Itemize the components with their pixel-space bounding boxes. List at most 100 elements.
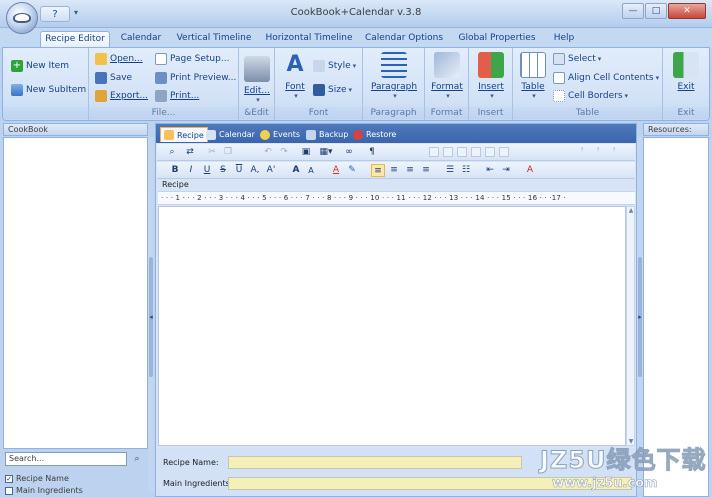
maximize-button[interactable]: □ bbox=[645, 3, 667, 19]
replace-icon[interactable]: ⇄ bbox=[183, 146, 197, 159]
recipe-name-checkbox[interactable]: ✓ Recipe Name bbox=[5, 474, 69, 483]
left-splitter[interactable]: ◂ bbox=[148, 137, 154, 492]
scroll-up-icon[interactable]: ▲ bbox=[627, 207, 635, 214]
tab-calendar-editor[interactable]: Calendar bbox=[206, 127, 255, 142]
tab-restore[interactable]: Restore bbox=[353, 127, 396, 142]
restore-icon bbox=[353, 129, 363, 140]
table-grid-icon[interactable] bbox=[457, 147, 467, 157]
hyperlink-icon[interactable]: ∞ bbox=[341, 146, 357, 159]
group-label: Paragraph bbox=[363, 107, 424, 119]
align-left-icon[interactable]: ≡ bbox=[371, 164, 385, 177]
recipe-icon bbox=[164, 130, 174, 140]
align-right-icon[interactable]: ≡ bbox=[403, 164, 417, 177]
printer-icon bbox=[155, 90, 167, 102]
spell-language-icon[interactable]: ꜛ bbox=[607, 146, 621, 159]
tab-horizontal-timeline[interactable]: Horizontal Timeline bbox=[262, 31, 356, 48]
table-grid-icon[interactable] bbox=[485, 147, 495, 157]
collapse-left-arrow-icon[interactable]: ◂ bbox=[148, 313, 154, 321]
tab-recipe-editor[interactable]: Recipe Editor bbox=[40, 31, 110, 48]
search-input[interactable]: Search... bbox=[5, 452, 127, 466]
tab-calendar[interactable]: Calendar bbox=[116, 31, 166, 48]
find-icon[interactable]: ⌕ bbox=[165, 146, 179, 159]
paragraph-button[interactable]: Paragraph ▾ bbox=[367, 52, 421, 100]
page-setup-button[interactable]: Page Setup... bbox=[155, 53, 229, 65]
align-center-icon[interactable]: ≡ bbox=[387, 164, 401, 177]
style-dropdown[interactable]: Style ▾ bbox=[313, 60, 356, 72]
page-icon bbox=[155, 53, 167, 65]
cookbook-tree[interactable] bbox=[3, 137, 148, 449]
group-format: Format ▾ Format bbox=[425, 48, 469, 120]
tab-recipe[interactable]: Recipe bbox=[160, 127, 208, 142]
superscript-icon[interactable]: A' bbox=[265, 164, 277, 177]
editor-scrollbar[interactable]: ▲ ▼ bbox=[626, 206, 635, 446]
align-cell-contents-dropdown[interactable]: Align Cell Contents ▾ bbox=[553, 72, 659, 84]
insert-image-icon[interactable]: ▣ bbox=[299, 146, 313, 159]
exit-button[interactable]: Exit bbox=[669, 52, 703, 92]
format-button[interactable]: Format ▾ bbox=[429, 52, 465, 100]
subscript-icon[interactable]: A, bbox=[249, 164, 261, 177]
tab-backup[interactable]: Backup bbox=[306, 127, 348, 142]
grow-font-icon[interactable]: A bbox=[289, 164, 303, 177]
highlight-icon[interactable]: ✎ bbox=[345, 164, 359, 177]
watermark-url: www.jz5u.com bbox=[552, 476, 658, 492]
bullets-icon[interactable]: ☰ bbox=[443, 164, 457, 177]
ruler[interactable]: · · · 1 · · · 2 · · · 3 · · · 4 · · · 5 … bbox=[158, 191, 635, 205]
numbering-icon[interactable]: ☷ bbox=[459, 164, 473, 177]
new-subitem-button[interactable]: New SubItem bbox=[11, 84, 86, 96]
font-color-icon[interactable]: A bbox=[329, 164, 343, 177]
recipe-editor-area[interactable] bbox=[158, 206, 626, 446]
font-button[interactable]: A Font ▾ bbox=[279, 52, 311, 100]
print-button[interactable]: Print... bbox=[155, 90, 199, 102]
undo-icon[interactable]: ↶ bbox=[261, 146, 275, 159]
overline-icon[interactable]: U bbox=[233, 164, 245, 177]
minimize-button[interactable]: — bbox=[622, 3, 644, 19]
clear-format-icon[interactable]: A bbox=[523, 164, 537, 177]
table-grid-icon[interactable] bbox=[471, 147, 481, 157]
insert-button[interactable]: Insert ▾ bbox=[473, 52, 509, 100]
italic-icon[interactable]: I bbox=[185, 164, 197, 177]
export-button[interactable]: Export... bbox=[95, 90, 148, 102]
backup-icon bbox=[306, 129, 316, 140]
group-insert: Insert ▾ Insert bbox=[469, 48, 513, 120]
select-dropdown[interactable]: Select ▾ bbox=[553, 53, 601, 65]
spell-check-icon[interactable]: ꜛ bbox=[575, 146, 589, 159]
group-label: File... bbox=[89, 107, 238, 119]
close-button[interactable]: ✕ bbox=[668, 3, 706, 19]
tab-help[interactable]: Help bbox=[546, 31, 582, 48]
main-ingredients-checkbox[interactable]: Main Ingredients bbox=[5, 486, 83, 495]
spell-options-icon[interactable]: ꜛ bbox=[591, 146, 605, 159]
cell-borders-dropdown[interactable]: Cell Borders ▾ bbox=[553, 90, 628, 102]
decrease-indent-icon[interactable]: ⇤ bbox=[483, 164, 497, 177]
shrink-font-icon[interactable]: A bbox=[305, 164, 317, 177]
table-grid-icon[interactable] bbox=[429, 147, 439, 157]
bold-icon[interactable]: B bbox=[169, 164, 181, 177]
paragraph-mark-icon[interactable]: ¶ bbox=[365, 146, 379, 159]
increase-indent-icon[interactable]: ⇥ bbox=[499, 164, 513, 177]
justify-icon[interactable]: ≡ bbox=[419, 164, 433, 177]
recipe-name-field[interactable] bbox=[228, 456, 522, 469]
strikethrough-icon[interactable]: S bbox=[217, 164, 229, 177]
table-grid-icon[interactable] bbox=[499, 147, 509, 157]
title-bar: ? ▾ CookBook+Calendar v.3.8 — □ ✕ bbox=[0, 0, 712, 28]
new-item-button[interactable]: + New Item bbox=[11, 60, 69, 72]
redo-icon[interactable]: ↷ bbox=[277, 146, 291, 159]
table-grid-icon[interactable] bbox=[443, 147, 453, 157]
save-button[interactable]: Save bbox=[95, 72, 132, 84]
tab-events[interactable]: Events bbox=[260, 127, 300, 142]
checkbox-checked-icon: ✓ bbox=[5, 474, 13, 483]
cookbook-logo-icon bbox=[13, 13, 31, 23]
tab-vertical-timeline[interactable]: Vertical Timeline bbox=[172, 31, 256, 48]
cut-icon[interactable]: ✂ bbox=[205, 146, 219, 159]
tab-global-properties[interactable]: Global Properties bbox=[454, 31, 540, 48]
size-dropdown[interactable]: Size ▾ bbox=[313, 84, 352, 96]
app-menu-button[interactable] bbox=[6, 2, 38, 34]
tab-calendar-options[interactable]: Calendar Options bbox=[362, 31, 446, 48]
edit-button[interactable]: Edit... ▾ bbox=[242, 56, 272, 104]
table-button[interactable]: Table ▾ bbox=[517, 52, 549, 100]
underline-icon[interactable]: U bbox=[201, 164, 213, 177]
open-button[interactable]: Open... bbox=[95, 53, 143, 65]
search-icon[interactable]: ⌕ bbox=[129, 452, 145, 466]
copy-icon[interactable]: ❐ bbox=[221, 146, 235, 159]
insert-table-icon[interactable]: ▦▾ bbox=[315, 146, 337, 159]
print-preview-button[interactable]: Print Preview... bbox=[155, 72, 236, 84]
